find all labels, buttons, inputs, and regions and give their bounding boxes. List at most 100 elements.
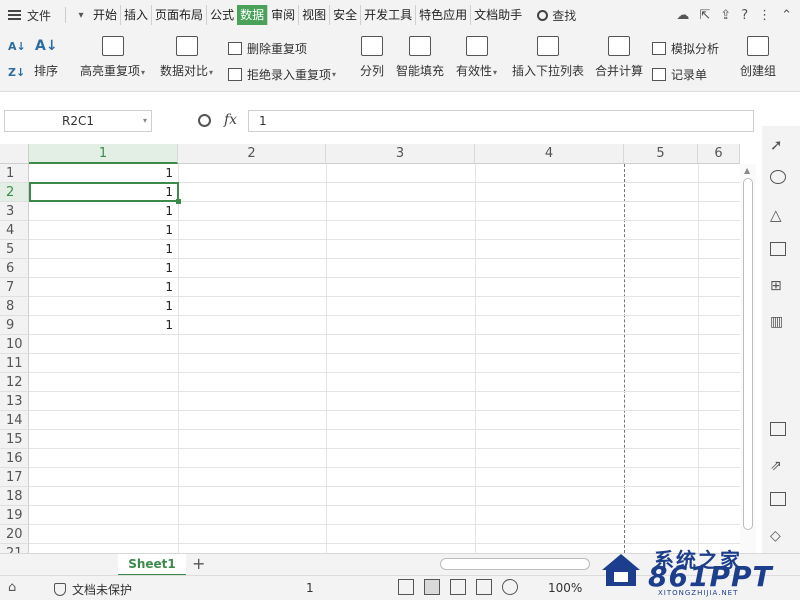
- picture-icon[interactable]: [770, 492, 788, 508]
- tab-data[interactable]: 数据: [237, 5, 268, 25]
- search-button[interactable]: 查找: [537, 7, 576, 24]
- cell[interactable]: [29, 468, 177, 487]
- help-icon[interactable]: ?: [741, 8, 748, 23]
- data-compare-button[interactable]: 数据对比▾: [160, 36, 213, 79]
- cell[interactable]: [29, 373, 177, 392]
- page-break-view-icon[interactable]: [450, 579, 466, 595]
- smart-fill-button[interactable]: 智能填充: [396, 36, 444, 79]
- row-header[interactable]: 15: [0, 430, 29, 449]
- row-header[interactable]: 17: [0, 468, 29, 487]
- remove-duplicates-button[interactable]: 删除重复项: [228, 40, 307, 57]
- cell[interactable]: [29, 335, 177, 354]
- cell[interactable]: 1: [29, 259, 177, 278]
- cloud-icon[interactable]: ☁: [676, 8, 689, 23]
- zoom-icon[interactable]: [198, 114, 211, 127]
- row-header[interactable]: 8: [0, 297, 29, 316]
- sheet-tab[interactable]: Sheet1: [118, 554, 186, 576]
- cell[interactable]: [29, 392, 177, 411]
- tab-page-layout[interactable]: 页面布局: [151, 5, 206, 25]
- active-cell[interactable]: [29, 182, 181, 204]
- scroll-up-icon[interactable]: ▲: [744, 166, 750, 175]
- cell[interactable]: 1: [29, 316, 177, 335]
- protection-status[interactable]: 文档未保护: [54, 581, 132, 598]
- tab-doc-assistant[interactable]: 文档助手: [470, 5, 525, 25]
- cell[interactable]: 1: [29, 164, 177, 183]
- validity-button[interactable]: 有效性▾: [456, 36, 497, 79]
- tab-features[interactable]: 特色应用: [415, 5, 470, 25]
- cell[interactable]: [29, 487, 177, 506]
- horizontal-scrollbar[interactable]: [440, 558, 590, 570]
- more-icon[interactable]: ⋮: [758, 8, 771, 23]
- tab-start[interactable]: 开始: [90, 5, 120, 25]
- tab-insert[interactable]: 插入: [120, 5, 151, 25]
- cell[interactable]: 1: [29, 221, 177, 240]
- select-all-corner[interactable]: [0, 144, 29, 164]
- row-header[interactable]: 3: [0, 202, 29, 221]
- add-sheet-button[interactable]: +: [192, 554, 205, 574]
- cell[interactable]: [29, 525, 177, 544]
- column-header[interactable]: 3: [326, 144, 475, 164]
- chevron-down-icon[interactable]: ▾: [72, 10, 90, 21]
- row-header[interactable]: 7: [0, 278, 29, 297]
- table-icon[interactable]: [770, 242, 788, 258]
- insert-dropdown-list-button[interactable]: 插入下拉列表: [512, 36, 584, 79]
- focus-view-icon[interactable]: [398, 579, 414, 595]
- formula-input[interactable]: 1: [248, 110, 754, 132]
- style-icon[interactable]: △: [770, 206, 788, 224]
- vertical-scrollbar[interactable]: ▲: [740, 164, 756, 553]
- tab-view[interactable]: 视图: [298, 5, 329, 25]
- eye-protection-icon[interactable]: [502, 579, 518, 595]
- row-header[interactable]: 12: [0, 373, 29, 392]
- share-out-icon[interactable]: ⇗: [770, 458, 788, 474]
- cell[interactable]: [29, 411, 177, 430]
- reject-duplicates-button[interactable]: 拒绝录入重复项 ▾: [228, 66, 336, 83]
- cell[interactable]: [29, 544, 177, 553]
- cell[interactable]: [29, 430, 177, 449]
- row-header[interactable]: 1: [0, 164, 29, 183]
- function-icon[interactable]: fx: [224, 112, 237, 128]
- file-menu[interactable]: 文件: [0, 0, 59, 30]
- zoom-level[interactable]: 100%: [548, 581, 582, 595]
- column-header[interactable]: 2: [178, 144, 326, 164]
- tab-review[interactable]: 审阅: [267, 5, 298, 25]
- highlight-duplicates-button[interactable]: 高亮重复项▾: [80, 36, 145, 79]
- create-group-button[interactable]: 创建组: [740, 36, 776, 79]
- row-header[interactable]: 16: [0, 449, 29, 468]
- row-header[interactable]: 13: [0, 392, 29, 411]
- cell[interactable]: 1: [29, 278, 177, 297]
- scroll-thumb[interactable]: [743, 178, 753, 530]
- sort-asc-button[interactable]: A↓: [8, 40, 26, 53]
- split-columns-button[interactable]: 分列: [360, 36, 384, 79]
- row-header[interactable]: 10: [0, 335, 29, 354]
- macro-icon[interactable]: ⌂: [8, 580, 16, 595]
- cell[interactable]: 1: [29, 240, 177, 259]
- simulate-analysis-button[interactable]: 模拟分析: [652, 40, 719, 57]
- cell-grid[interactable]: 1 2 3 4 5 6 1 1 2 1 3 1 4 1 5 1 6 1 7 1 8 1 9 1 10 11 12 13 14…: [0, 144, 740, 553]
- shapes-icon[interactable]: [770, 170, 788, 186]
- column-header[interactable]: 6: [698, 144, 740, 164]
- name-box[interactable]: R2C1 ▾: [4, 110, 152, 132]
- export-icon[interactable]: ⇪: [720, 8, 731, 23]
- image-search-icon[interactable]: [770, 422, 788, 438]
- apps-grid-icon[interactable]: ⊞: [770, 278, 788, 294]
- cell[interactable]: [29, 449, 177, 468]
- column-header[interactable]: 1: [29, 144, 178, 164]
- row-header[interactable]: 11: [0, 354, 29, 373]
- normal-view-icon[interactable]: [424, 579, 440, 595]
- chart-icon[interactable]: ▥: [770, 314, 788, 330]
- cell[interactable]: [29, 506, 177, 525]
- row-header[interactable]: 14: [0, 411, 29, 430]
- cell[interactable]: 1: [29, 297, 177, 316]
- sort-desc-button[interactable]: Z↓: [8, 66, 25, 79]
- sort-button[interactable]: A↓ 排序: [34, 36, 58, 79]
- row-header[interactable]: 21: [0, 544, 29, 553]
- share-icon[interactable]: ⇱: [699, 8, 710, 23]
- cell[interactable]: [29, 354, 177, 373]
- merge-calc-button[interactable]: 合并计算: [595, 36, 643, 79]
- row-header[interactable]: 5: [0, 240, 29, 259]
- column-header[interactable]: 4: [475, 144, 624, 164]
- tab-security[interactable]: 安全: [329, 5, 360, 25]
- record-form-button[interactable]: 记录单: [652, 66, 707, 83]
- collapse-icon[interactable]: ⌃: [781, 8, 792, 23]
- cell[interactable]: 1: [29, 202, 177, 221]
